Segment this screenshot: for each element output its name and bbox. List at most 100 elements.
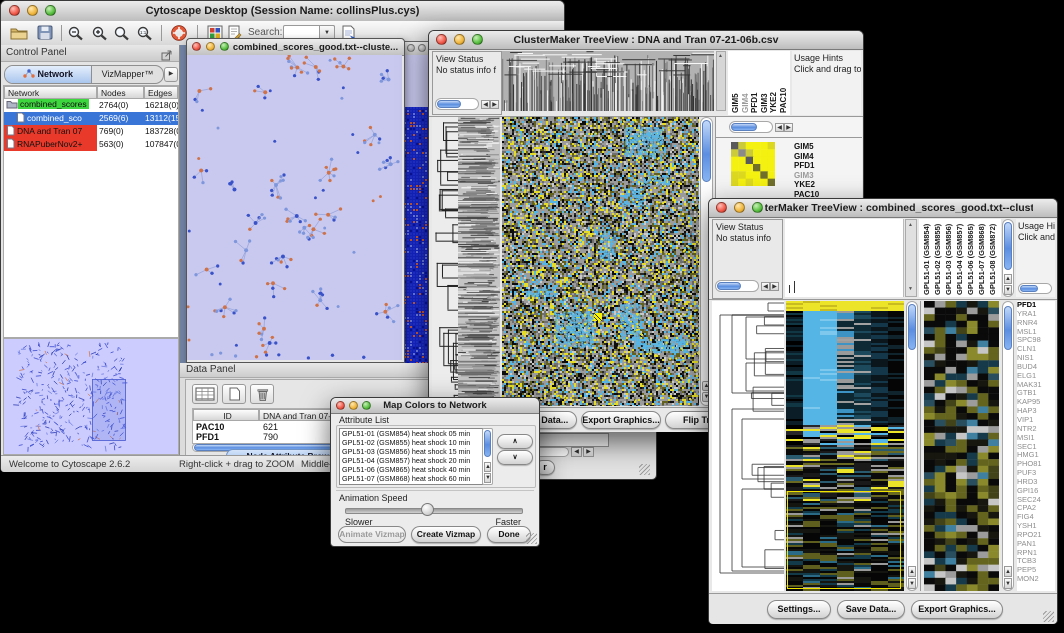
gene-label[interactable]: PHO81 xyxy=(1017,460,1055,469)
close-button[interactable] xyxy=(192,42,201,51)
tv2-global-vscrollbar[interactable]: ▲ ▼ xyxy=(906,301,918,591)
tv1-column-dendrogram[interactable] xyxy=(502,51,714,111)
create-vizmap-button[interactable]: Create Vizmap xyxy=(411,526,481,543)
gene-label[interactable]: BUD4 xyxy=(1017,363,1055,372)
network-row[interactable]: combined_sco2569(6)13112(15) xyxy=(4,112,178,125)
gene-label[interactable]: PAN1 xyxy=(1017,540,1055,549)
zoom-out-icon[interactable] xyxy=(67,25,85,46)
scroll-up-arrow[interactable]: ▲ xyxy=(484,462,491,472)
gene-label[interactable]: MSI1 xyxy=(1017,434,1055,443)
network-canvas-1[interactable] xyxy=(187,55,402,360)
tv2-labels-vscrollbar[interactable]: ▲ ▼ xyxy=(1002,219,1014,297)
resize-grip[interactable] xyxy=(1043,611,1054,622)
network-row[interactable]: RNAPuberNov2+563(0)107847(0) xyxy=(4,138,178,151)
tv1-row-dendrogram[interactable] xyxy=(432,117,500,406)
tab-overflow-button[interactable]: ▶ xyxy=(164,67,178,82)
export-graphics-button[interactable]: Export Graphics... xyxy=(911,600,1003,619)
scroll-down-arrow[interactable]: ▼ xyxy=(484,473,491,483)
attribute-list-item[interactable]: GPL51-06 (GSM865) heat shock 40 min xyxy=(340,465,482,474)
save-data-button[interactable]: Save Data... xyxy=(837,600,905,619)
scroll-right-arrow[interactable]: ▶ xyxy=(490,100,499,109)
scrollbar-thumb[interactable] xyxy=(908,304,916,350)
attribute-list-item[interactable]: GPL51-07 (GSM868) heat shock 60 min xyxy=(340,474,482,483)
dialog-titlebar[interactable]: Map Colors to Network xyxy=(331,398,539,414)
network-canvas-2[interactable] xyxy=(404,107,430,363)
minimize-button[interactable] xyxy=(418,44,426,52)
zoom-button[interactable] xyxy=(752,202,763,213)
gene-label[interactable]: RPO21 xyxy=(1017,531,1055,540)
gene-label[interactable]: MSL1 xyxy=(1017,328,1055,337)
scroll-down-arrow[interactable]: ▼ xyxy=(908,578,916,589)
tv1-correlation-heatmap[interactable] xyxy=(731,142,775,186)
scroll-left-arrow[interactable]: ◀ xyxy=(775,123,784,132)
gene-label[interactable]: GTB1 xyxy=(1017,389,1055,398)
gene-label[interactable]: CLN1 xyxy=(1017,345,1055,354)
tv1-corr-hscrollbar[interactable] xyxy=(729,121,773,133)
birdseye-canvas[interactable] xyxy=(4,339,176,452)
move-up-button[interactable]: ∧ xyxy=(497,434,533,449)
resize-grip[interactable] xyxy=(639,464,650,475)
scroll-up-arrow[interactable]: ▲ xyxy=(908,566,916,577)
row-value[interactable]: 790 xyxy=(263,432,278,442)
select-attributes-button[interactable] xyxy=(192,384,218,404)
scrollbar-thumb[interactable] xyxy=(484,430,491,457)
delete-attribute-button[interactable] xyxy=(250,384,274,404)
gene-label[interactable]: CPA2 xyxy=(1017,504,1055,513)
gene-label[interactable]: VIP1 xyxy=(1017,416,1055,425)
attribute-list-item[interactable]: GPL51-01 (GSM854) heat shock 05 min xyxy=(340,429,482,438)
done-button[interactable]: Done xyxy=(487,526,531,543)
network-view-titlebar[interactable]: combined_scores_good.txt--cluste... xyxy=(187,39,404,56)
settings-button[interactable]: Settings... xyxy=(767,600,831,619)
scroll-left-arrow[interactable]: ◀ xyxy=(481,100,490,109)
scrollbar-thumb[interactable] xyxy=(1004,306,1012,350)
gene-label[interactable]: HMG1 xyxy=(1017,451,1055,460)
main-titlebar[interactable]: Cytoscape Desktop (Session Name: collins… xyxy=(1,1,564,22)
row-id[interactable]: PFD1 xyxy=(196,432,219,442)
close-button[interactable] xyxy=(407,44,415,52)
scroll-down-arrow[interactable]: ▼ xyxy=(908,286,913,292)
gene-label[interactable]: RNR4 xyxy=(1017,319,1055,328)
zoom-selected-icon[interactable] xyxy=(113,25,131,46)
scroll-up-arrow[interactable]: ▲ xyxy=(1004,566,1012,577)
zoom-button[interactable] xyxy=(220,42,229,51)
gene-label[interactable]: PFD1 xyxy=(794,161,854,171)
gene-label[interactable]: SEC24 xyxy=(1017,496,1055,505)
animation-speed-slider[interactable] xyxy=(345,508,523,514)
gene-label[interactable]: HAP3 xyxy=(1017,407,1055,416)
scrollbar-thumb[interactable] xyxy=(731,123,757,131)
tv1-global-heatmap[interactable] xyxy=(502,117,699,406)
scrollbar-thumb[interactable] xyxy=(437,100,461,108)
gene-label[interactable]: HRD3 xyxy=(1017,478,1055,487)
scroll-right-arrow[interactable]: ▶ xyxy=(770,282,779,291)
scroll-up-arrow[interactable]: ▲ xyxy=(1004,274,1012,284)
gene-label[interactable]: GIM5 xyxy=(794,142,854,152)
resize-grip[interactable] xyxy=(526,533,537,544)
scrollbar-thumb[interactable] xyxy=(1004,222,1012,270)
scrollbar-thumb[interactable] xyxy=(1020,285,1038,292)
tv2-detail-vscrollbar[interactable]: ▲ ▼ xyxy=(1002,301,1014,591)
close-button[interactable] xyxy=(336,401,345,410)
tv2-global-heatmap[interactable] xyxy=(786,301,904,591)
scroll-right-arrow[interactable]: ▶ xyxy=(583,447,594,457)
gene-label[interactable]: GIM4 xyxy=(794,152,854,162)
scroll-right-arrow[interactable]: ▶ xyxy=(784,123,793,132)
gene-label[interactable]: PEP5 xyxy=(1017,566,1055,575)
row-id[interactable]: PAC10 xyxy=(196,422,224,432)
gene-label[interactable]: GIM3 xyxy=(794,171,854,181)
export-graphics-button[interactable]: Export Graphics... xyxy=(581,411,661,429)
minimize-button[interactable] xyxy=(734,202,745,213)
gene-label[interactable]: KAP95 xyxy=(1017,398,1055,407)
tv2-column-dendrogram-area[interactable] xyxy=(785,219,904,297)
network-row[interactable]: DNA and Tran 07769(0)183728(0) xyxy=(4,125,178,138)
gene-label[interactable]: MON2 xyxy=(1017,575,1055,584)
move-down-button[interactable]: ∨ xyxy=(497,450,533,465)
view-status-hscrollbar[interactable] xyxy=(435,98,479,110)
gene-label[interactable]: FIG4 xyxy=(1017,513,1055,522)
scroll-left-arrow[interactable]: ◀ xyxy=(571,447,582,457)
tv1-scroll-strip[interactable]: ▲ xyxy=(716,51,726,111)
col-header-edges[interactable]: Edges xyxy=(144,86,178,99)
gene-label[interactable]: MAK31 xyxy=(1017,381,1055,390)
tv2-detail-heatmap[interactable] xyxy=(924,301,999,591)
gene-label[interactable]: YSH1 xyxy=(1017,522,1055,531)
treeview2-titlebar[interactable]: ClusterMaker TreeView : combined_scores_… xyxy=(709,199,1057,218)
